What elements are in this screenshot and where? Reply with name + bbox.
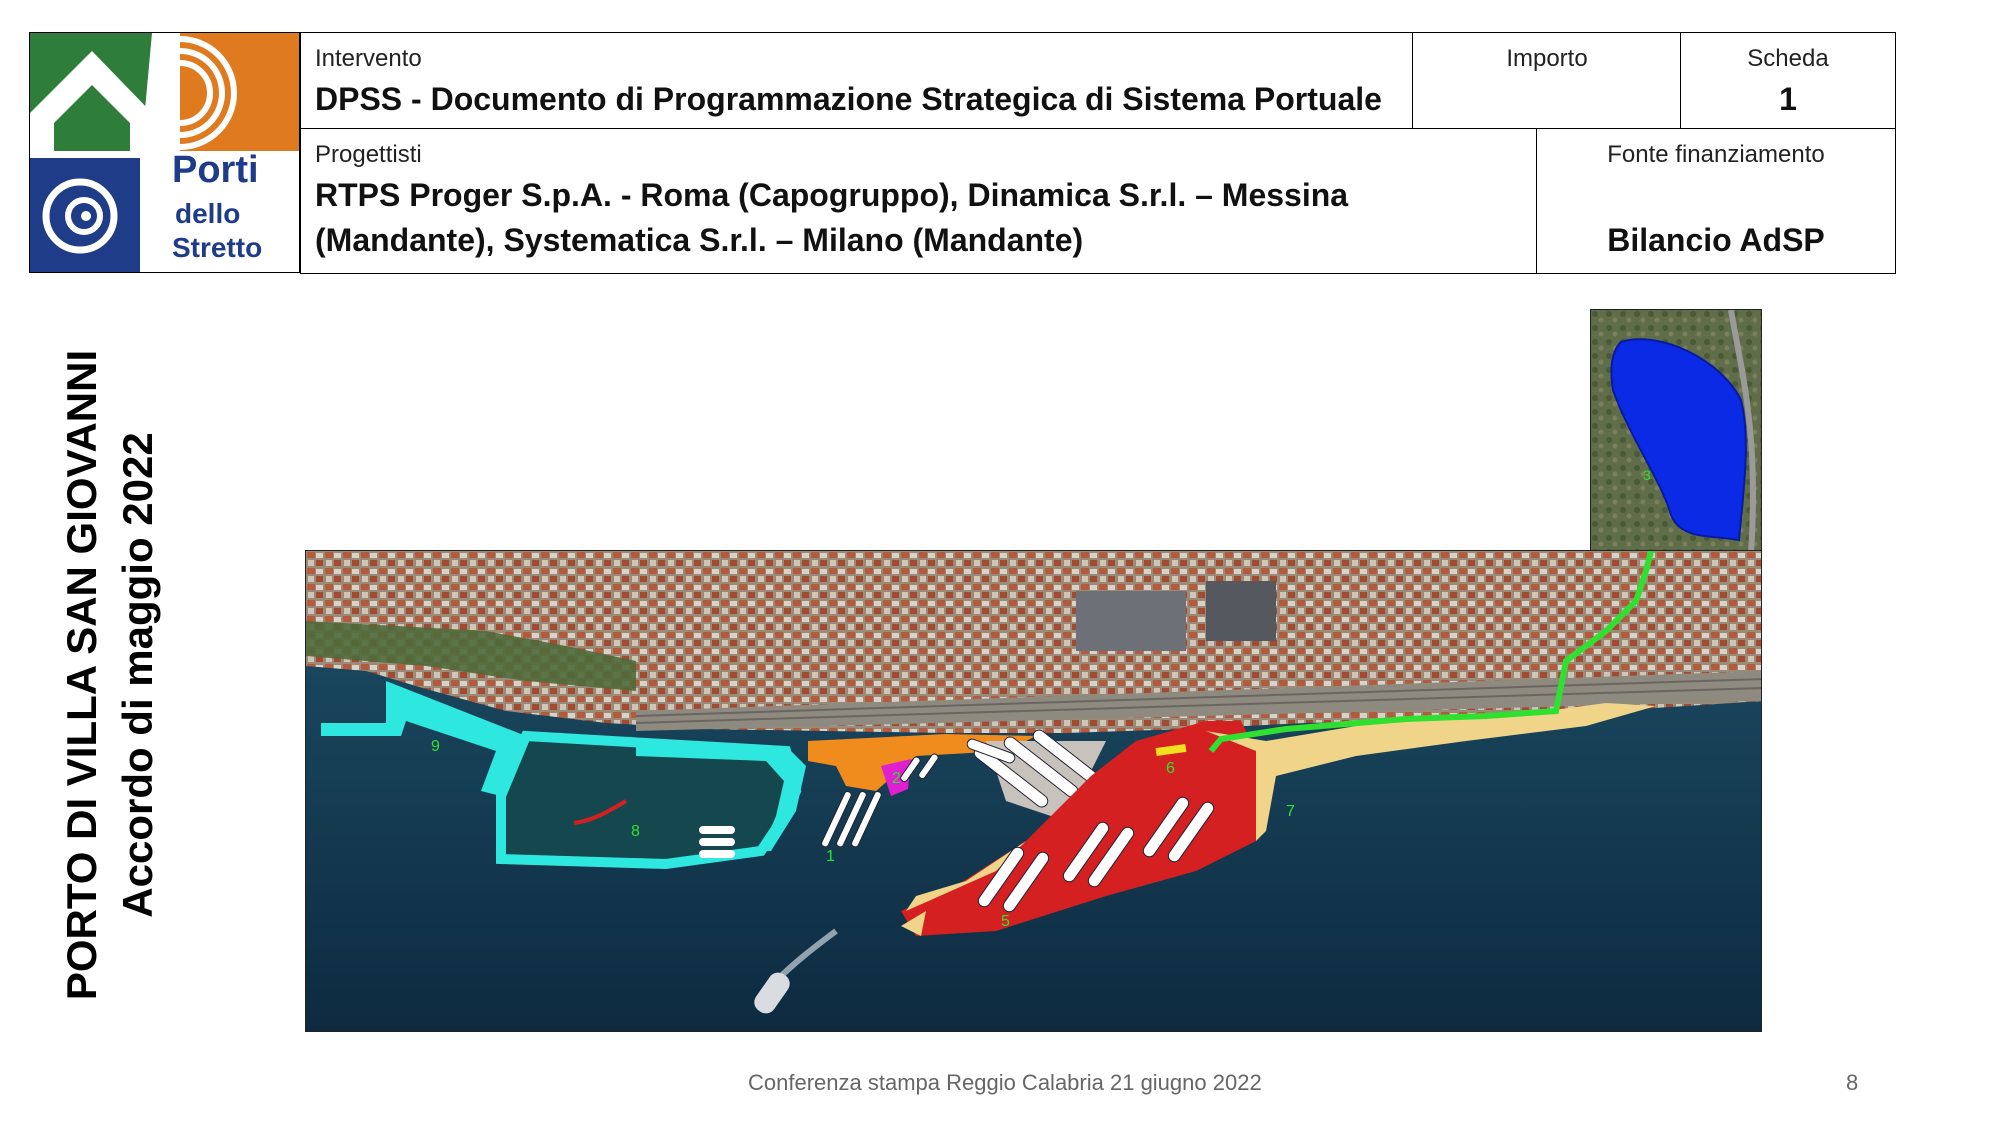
zone-label-8: 8 [631, 823, 640, 840]
zone-label-2: 2 [892, 770, 901, 787]
progettisti-cell: Progettisti RTPS Proger S.p.A. - Roma (C… [300, 128, 1538, 274]
inset-map: 3 [1590, 309, 1762, 552]
inset-map-image: 3 [1591, 310, 1761, 551]
fonte-label: Fonte finanziamento [1607, 141, 1825, 168]
progettisti-label: Progettisti [315, 141, 422, 168]
scheda-label: Scheda [1747, 45, 1829, 72]
zone-label-3: 3 [1643, 467, 1651, 483]
intervento-value: DPSS - Documento di Programmazione Strat… [315, 81, 1382, 117]
side-title: PORTO DI VILLA SAN GIOVANNI Accordo di m… [35, 325, 185, 1025]
porti-dello-stretto-logo: Porti dello Stretto [29, 32, 300, 273]
fonte-finanziamento-cell: Fonte finanziamento Bilancio AdSP [1536, 128, 1896, 274]
progettisti-line1: RTPS Proger S.p.A. - Roma (Capogruppo), … [315, 177, 1349, 213]
port-map-image: 9 8 1 2 5 6 7 [306, 551, 1761, 1031]
zone-label-5: 5 [1001, 913, 1010, 930]
scheda-value: 1 [1779, 81, 1797, 117]
side-title-line2: Accordo di maggio 2022 [114, 432, 161, 918]
page-number: 8 [1846, 1070, 1859, 1095]
progettisti-line2: (Mandante), Systematica S.r.l. – Milano … [315, 222, 1084, 258]
zone-label-6: 6 [1166, 760, 1175, 777]
zone-label-7: 7 [1286, 803, 1295, 820]
footer-text: Conferenza stampa Reggio Calabria 21 giu… [748, 1070, 1262, 1095]
side-title-line1: PORTO DI VILLA SAN GIOVANNI [58, 349, 105, 1001]
logo-text-porti: Porti [172, 149, 259, 191]
zone-label-1: 1 [826, 848, 835, 865]
importo-label: Importo [1506, 45, 1588, 72]
fonte-value: Bilancio AdSP [1607, 222, 1825, 258]
logo-text-stretto: Stretto [172, 232, 263, 263]
scheda-cell: Scheda 1 [1680, 32, 1896, 130]
zone-label-9: 9 [431, 738, 440, 755]
intervento-cell: Intervento DPSS - Documento di Programma… [300, 32, 1414, 130]
port-map: 9 8 1 2 5 6 7 [305, 550, 1762, 1032]
importo-cell: Importo [1412, 32, 1682, 130]
logo-text-dello: dello [175, 198, 241, 229]
intervento-label: Intervento [315, 45, 422, 72]
